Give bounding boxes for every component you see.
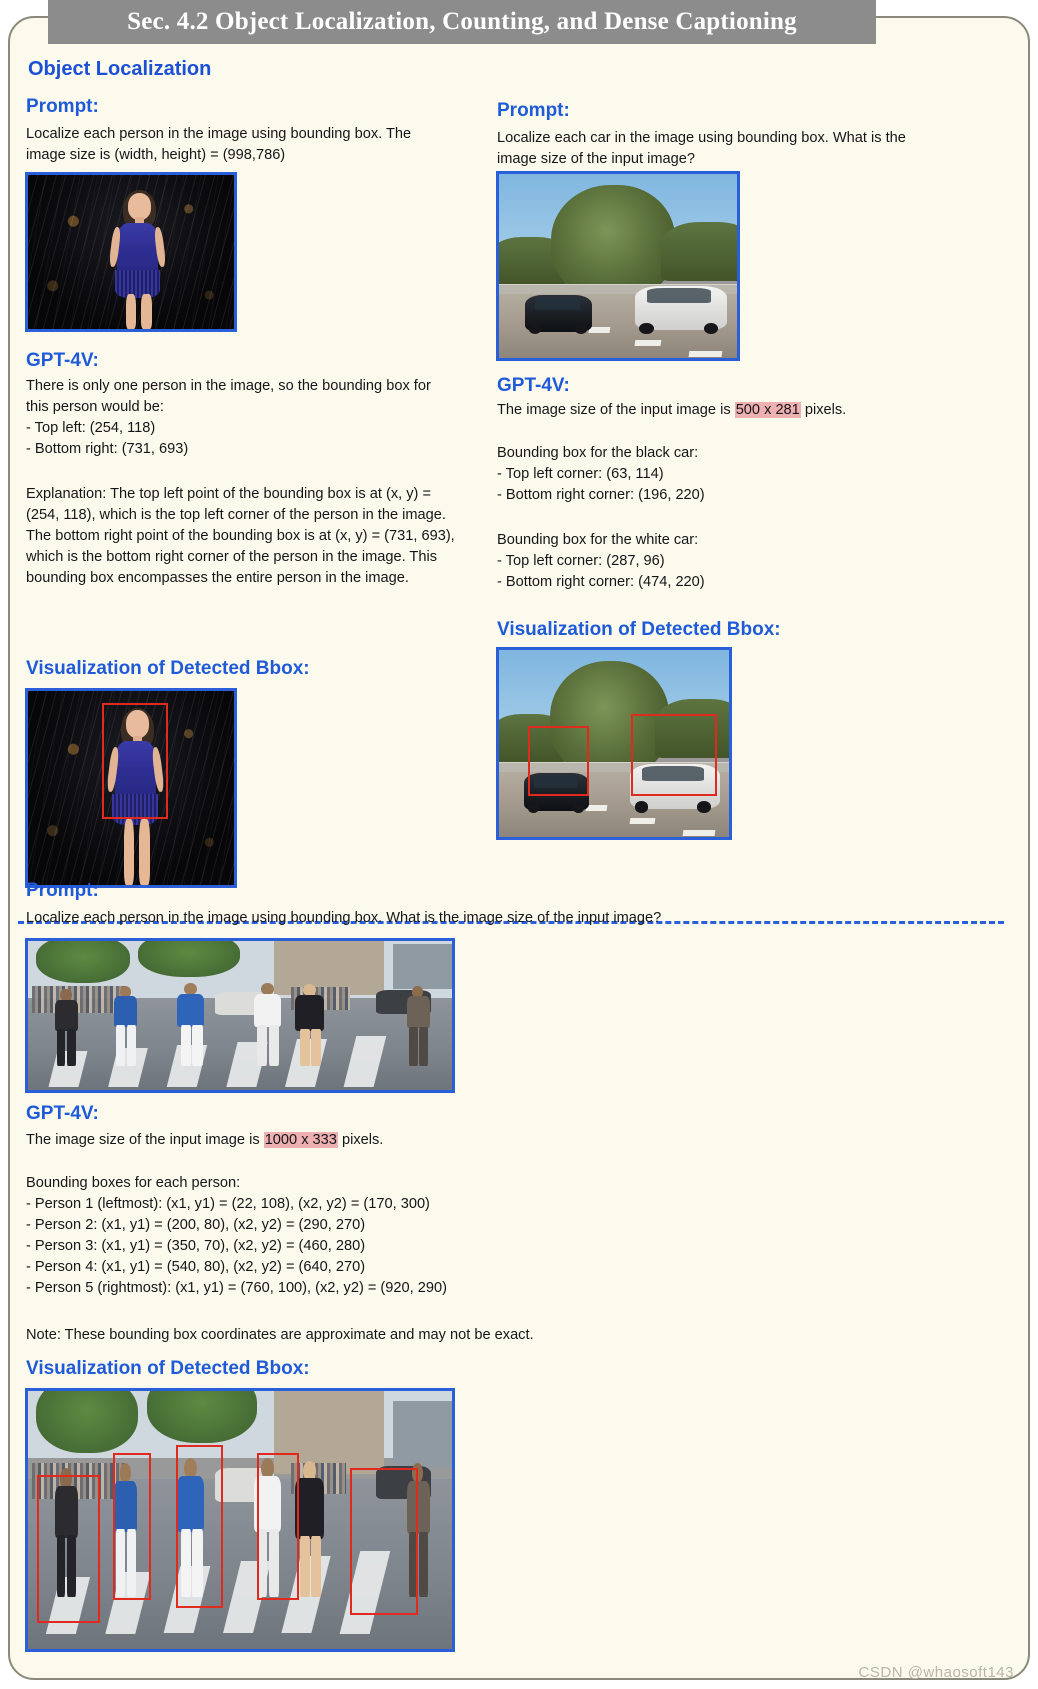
right-viz-image	[496, 647, 732, 840]
tree-row-right	[660, 221, 737, 281]
page-title: Sec. 4.2 Object Localization, Counting, …	[127, 8, 797, 35]
wheel	[634, 801, 649, 813]
left-answer-block-1: There is only one person in the image, s…	[26, 378, 431, 457]
pedestrian	[172, 1458, 210, 1598]
lane-marking	[682, 829, 716, 836]
pedestrian	[291, 984, 329, 1067]
pedestrian	[291, 1460, 329, 1598]
watermark: CSDN @whaosoft143	[858, 1664, 1014, 1681]
right-prompt-text: Localize each car in the image using bou…	[497, 130, 910, 167]
tree	[146, 1391, 257, 1443]
lane-marking	[634, 339, 662, 346]
pedestrian	[401, 1463, 435, 1598]
bottom-prompt-label: Prompt:	[26, 880, 99, 901]
pedestrian	[172, 982, 210, 1067]
wheel	[703, 323, 718, 335]
bus	[392, 1401, 452, 1469]
pedestrian	[49, 1468, 83, 1598]
lane-marking	[689, 350, 724, 357]
black-car-window	[533, 775, 578, 789]
bottom-bbox-list: Bounding boxes for each person: - Person…	[26, 1175, 447, 1296]
pedestrian	[49, 988, 83, 1067]
left-viz-label: Visualization of Detected Bbox:	[26, 658, 310, 679]
answer-prefix: The image size of the input image is	[497, 402, 735, 418]
bus	[392, 943, 452, 989]
pedestrian	[248, 982, 286, 1067]
right-gpt-label: GPT-4V:	[497, 375, 570, 396]
tree-large	[551, 185, 676, 300]
right-prompt-label: Prompt:	[497, 100, 570, 121]
pedestrian	[248, 1458, 286, 1598]
tree-row-right	[655, 698, 729, 759]
lane-marking	[589, 326, 612, 333]
white-car-window	[641, 765, 704, 781]
answer-suffix: pixels.	[800, 402, 847, 418]
black-car-window	[534, 297, 580, 311]
image-size-highlight: 1000 x 333	[263, 1132, 338, 1148]
screenshot-root: Sec. 4.2 Object Localization, Counting, …	[0, 0, 1038, 1689]
white-car-window	[646, 288, 711, 303]
wheel	[696, 801, 711, 813]
wheel	[639, 323, 654, 335]
pedestrian	[109, 985, 143, 1067]
tree	[138, 941, 240, 977]
left-gpt-label: GPT-4V:	[26, 350, 99, 371]
right-answer-size: The image size of the input image is 500…	[497, 400, 937, 421]
bottom-viz-image	[25, 1388, 455, 1652]
section-heading: Object Localization	[28, 58, 212, 80]
wheel	[572, 803, 585, 813]
pedestrian	[401, 985, 435, 1067]
left-answer-block-2: Explanation: The top left point of the b…	[26, 486, 459, 586]
answer-prefix: The image size of the input image is	[26, 1132, 264, 1148]
singer-figure	[28, 175, 234, 329]
wheel	[527, 803, 540, 813]
wheel	[575, 324, 588, 335]
left-viz-image	[25, 688, 237, 888]
singer-figure	[28, 691, 234, 885]
bottom-input-image	[25, 938, 455, 1093]
tree	[36, 1391, 139, 1453]
bottom-prompt-text: Localize each person in the image using …	[26, 910, 662, 926]
bottom-answer-size: The image size of the input image is 100…	[26, 1130, 926, 1151]
bottom-gpt-label: GPT-4V:	[26, 1103, 99, 1124]
pedestrian	[109, 1463, 143, 1598]
right-viz-label: Visualization of Detected Bbox:	[497, 619, 781, 640]
image-size-highlight: 500 x 281	[734, 402, 801, 418]
left-prompt-label: Prompt:	[26, 96, 99, 117]
right-black-car-bbox: Bounding box for the black car: - Top le…	[497, 445, 705, 503]
bottom-note: Note: These bounding box coordinates are…	[26, 1327, 534, 1343]
left-input-image	[25, 172, 237, 332]
figure-title-bar: Sec. 4.2 Object Localization, Counting, …	[48, 0, 876, 44]
lane-marking	[585, 805, 608, 811]
answer-suffix: pixels.	[337, 1132, 384, 1148]
bottom-viz-label: Visualization of Detected Bbox:	[26, 1358, 310, 1379]
tree-large	[549, 661, 670, 778]
right-white-car-bbox: Bounding box for the white car: - Top le…	[497, 532, 705, 590]
lane-marking	[629, 818, 656, 824]
tree	[36, 941, 130, 983]
left-prompt-text: Localize each person in the image using …	[26, 126, 416, 163]
right-input-image	[496, 171, 740, 361]
wheel	[528, 324, 541, 335]
